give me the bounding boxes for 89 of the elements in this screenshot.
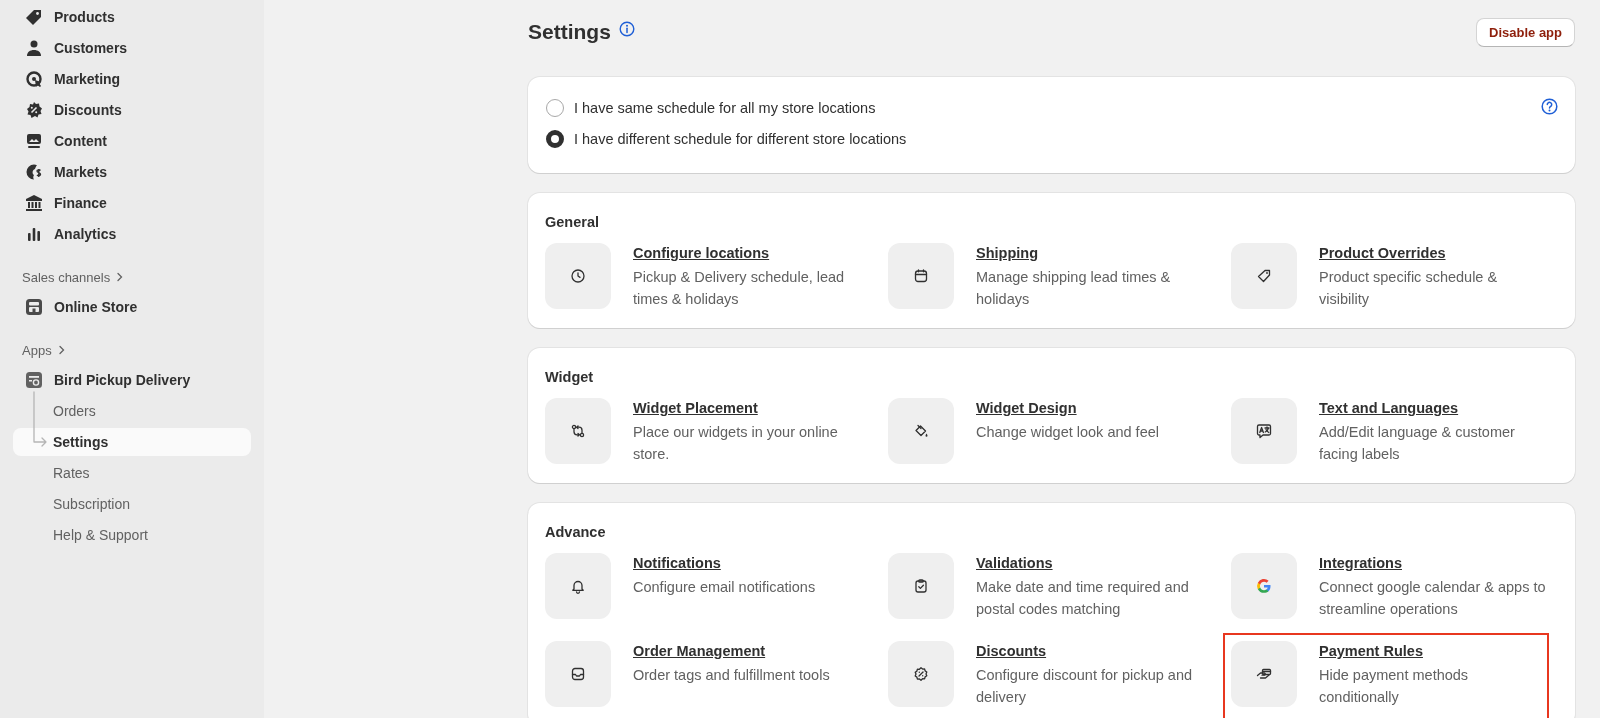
settings-link[interactable]: Configure locations <box>633 243 861 263</box>
nav-item[interactable]: Marketing <box>13 65 251 93</box>
settings-link[interactable]: Integrations <box>1319 553 1547 573</box>
section-heading[interactable]: Apps <box>22 339 264 361</box>
radio-option[interactable]: I have same schedule for all my store locations <box>546 98 907 118</box>
icon-tile[interactable] <box>1231 641 1297 707</box>
icon-tile[interactable] <box>888 641 954 707</box>
nav-item[interactable]: Help & Support <box>13 521 251 549</box>
icon-tile[interactable] <box>888 398 954 464</box>
paint-bucket-icon <box>913 423 929 439</box>
nav-item[interactable]: Products <box>13 3 251 31</box>
radio-button[interactable] <box>546 99 564 117</box>
description: Change widget look and feel <box>976 423 1160 442</box>
settings-link[interactable]: Discounts <box>976 641 1204 661</box>
tag-icon <box>1256 268 1272 284</box>
nav-item[interactable]: Content <box>13 127 251 155</box>
settings-link[interactable]: Validations <box>976 553 1204 573</box>
icon-tile[interactable] <box>545 553 611 619</box>
target-icon <box>25 70 43 88</box>
icon-tile[interactable] <box>545 398 611 464</box>
person-icon <box>25 39 43 57</box>
settings-link[interactable]: Product Overrides <box>1319 243 1547 263</box>
help-icon <box>1541 98 1558 115</box>
icon-tile[interactable] <box>545 243 611 309</box>
icon-tile[interactable] <box>1231 398 1297 464</box>
description: Connect google calendar & apps to streamline operations <box>1319 578 1547 619</box>
settings-link[interactable]: Widget Placement <box>633 398 861 418</box>
nav-item[interactable]: Finance <box>13 189 251 217</box>
radio-option[interactable]: I have different schedule for different store locations <box>546 129 907 149</box>
nav-item[interactable]: Orders <box>13 397 251 425</box>
bank-icon <box>25 194 43 212</box>
settings-link[interactable]: Shipping <box>976 243 1204 263</box>
section-title: Widget <box>545 368 595 386</box>
nav-item[interactable]: Discounts <box>13 96 251 124</box>
icon-tile[interactable] <box>1231 243 1297 309</box>
description: Place our widgets in your online store. <box>633 423 839 464</box>
icon-tile[interactable] <box>545 641 611 707</box>
settings-link[interactable]: Order Management <box>633 641 861 661</box>
icon-tile[interactable] <box>1231 553 1297 619</box>
clock-icon <box>570 268 586 284</box>
percent-badge-icon <box>913 666 929 682</box>
nav-item[interactable]: Analytics <box>13 220 251 248</box>
settings-link[interactable]: Widget Design <box>976 398 1204 418</box>
icon-tile[interactable] <box>888 553 954 619</box>
settings-link[interactable]: Notifications <box>633 553 861 573</box>
google-g-icon <box>1256 578 1272 594</box>
description: Pickup & Delivery schedule, lead times & holidays <box>633 268 846 309</box>
nav-item[interactable]: Markets <box>13 158 251 186</box>
settings-link[interactable]: Text and Languages <box>1319 398 1547 418</box>
bell-icon <box>570 578 586 594</box>
nav-item[interactable]: Subscription <box>13 490 251 518</box>
nav-item[interactable]: Bird Pickup Delivery <box>13 366 251 394</box>
chevron-right-icon <box>116 272 125 282</box>
percent-badge-icon <box>25 101 43 119</box>
description: Add/Edit language & customer facing labels <box>1319 423 1516 464</box>
section-title: Advance <box>545 523 607 541</box>
inbox-icon <box>570 666 586 682</box>
description: Order tags and fulfillment tools <box>633 666 831 685</box>
globe-dollar-icon <box>25 163 43 181</box>
arrows-swap-icon <box>570 423 586 439</box>
nav-item[interactable]: Customers <box>13 34 251 62</box>
page-title: Settings <box>528 20 611 44</box>
description: Configure discount for pickup and delivery <box>976 666 1194 707</box>
chevron-right-icon <box>57 345 66 355</box>
tree-connector-icon <box>33 391 47 448</box>
icon-tile[interactable] <box>888 243 954 309</box>
calendar-app-icon <box>25 371 43 389</box>
radio-button[interactable] <box>546 130 564 148</box>
section-heading[interactable]: Sales channels <box>22 266 264 288</box>
tag-icon <box>25 8 43 26</box>
nav-item[interactable]: Online Store <box>13 293 251 321</box>
translate-icon <box>1256 423 1272 439</box>
settings-link[interactable]: Payment Rules <box>1319 641 1547 661</box>
info-icon <box>618 21 635 37</box>
disable-app-button[interactable]: Disable app <box>1476 17 1575 47</box>
calendar-icon <box>913 268 929 284</box>
bar-chart-icon <box>25 225 43 243</box>
description: Hide payment methods conditionally <box>1319 666 1470 707</box>
hand-card-icon <box>1256 666 1272 682</box>
description: Product specific schedule & visibility <box>1319 268 1499 309</box>
storefront-icon <box>25 298 43 316</box>
clipboard-check-icon <box>913 578 929 594</box>
description: Make date and time required and postal codes matching <box>976 578 1190 619</box>
section-title: General <box>545 213 600 231</box>
nav-item[interactable]: Rates <box>13 459 251 487</box>
nav-item[interactable]: Settings <box>13 428 251 456</box>
description: Configure email notifications <box>633 578 817 597</box>
description: Manage shipping lead times & holidays <box>976 268 1172 309</box>
image-monitor-icon <box>25 132 43 150</box>
